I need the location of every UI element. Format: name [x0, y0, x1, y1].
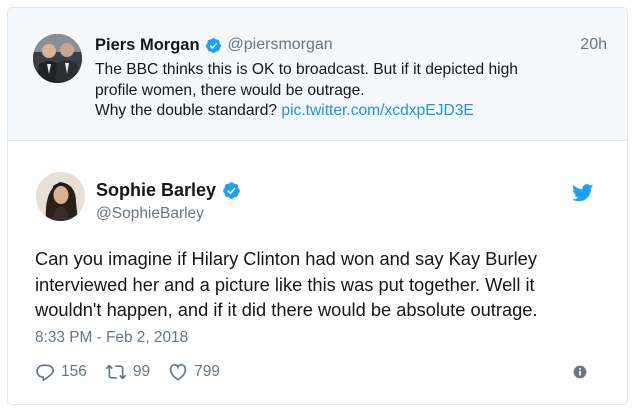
quoted-tweet-text: The BBC thinks this is OK to broadcast. … [95, 60, 605, 122]
quoted-text-line: profile women, there would be outrage. [95, 81, 365, 99]
retweet-icon [105, 364, 127, 380]
reply-count: 156 [61, 363, 87, 380]
like-count: 799 [194, 363, 220, 380]
quoted-author-name[interactable]: Piers Morgan [95, 36, 200, 55]
verified-badge-icon [223, 182, 240, 199]
main-author-handle[interactable]: @SophieBarley [96, 205, 204, 223]
reply-button[interactable]: 156 [35, 362, 87, 382]
main-tweet-text: Can you imagine if Hilary Clinton had wo… [35, 246, 615, 323]
info-icon[interactable] [573, 365, 587, 379]
main-text-line: interviewed her and a picture like this … [35, 273, 535, 295]
tweet-card: Piers Morgan @piersmorgan 20h The BBC th… [7, 7, 628, 405]
quoted-tweet-header: Piers Morgan @piersmorgan 20h [95, 33, 607, 57]
main-text-line: wouldn't happen, and if it did there wou… [35, 299, 538, 320]
tweet-timestamp[interactable]: 8:33 PM - Feb 2, 2018 [35, 329, 188, 347]
verified-badge-icon [205, 37, 221, 53]
quoted-text-line: Why the double standard? pic.twitter.com… [95, 101, 605, 122]
main-author-name-row: Sophie Barley [96, 180, 241, 201]
piers-morgan-avatar[interactable] [33, 34, 82, 83]
retweet-count: 99 [132, 363, 151, 380]
tweet-actions: 156 99 799 [35, 361, 238, 383]
sophie-barley-avatar[interactable] [36, 172, 85, 221]
quoted-tweet-time[interactable]: 20h [580, 36, 607, 54]
retweet-button[interactable]: 99 [105, 362, 150, 382]
main-text-line: Can you imagine if Hilary Clinton had wo… [35, 248, 537, 269]
quoted-author-handle[interactable]: @piersmorgan [228, 36, 333, 54]
main-author-name[interactable]: Sophie Barley [96, 180, 216, 201]
quoted-text-line: The BBC thinks this is OK to broadcast. … [95, 61, 518, 78]
twitter-bird-icon[interactable] [572, 184, 594, 202]
quoted-tweet[interactable]: Piers Morgan @piersmorgan 20h The BBC th… [8, 8, 627, 141]
quoted-text-question: Why the double standard? [95, 102, 278, 119]
quoted-tweet-media-link[interactable]: pic.twitter.com/xcdxpEJD3E [281, 102, 473, 119]
reply-icon [36, 364, 55, 382]
like-button[interactable]: 799 [168, 362, 220, 382]
heart-icon [169, 363, 187, 381]
